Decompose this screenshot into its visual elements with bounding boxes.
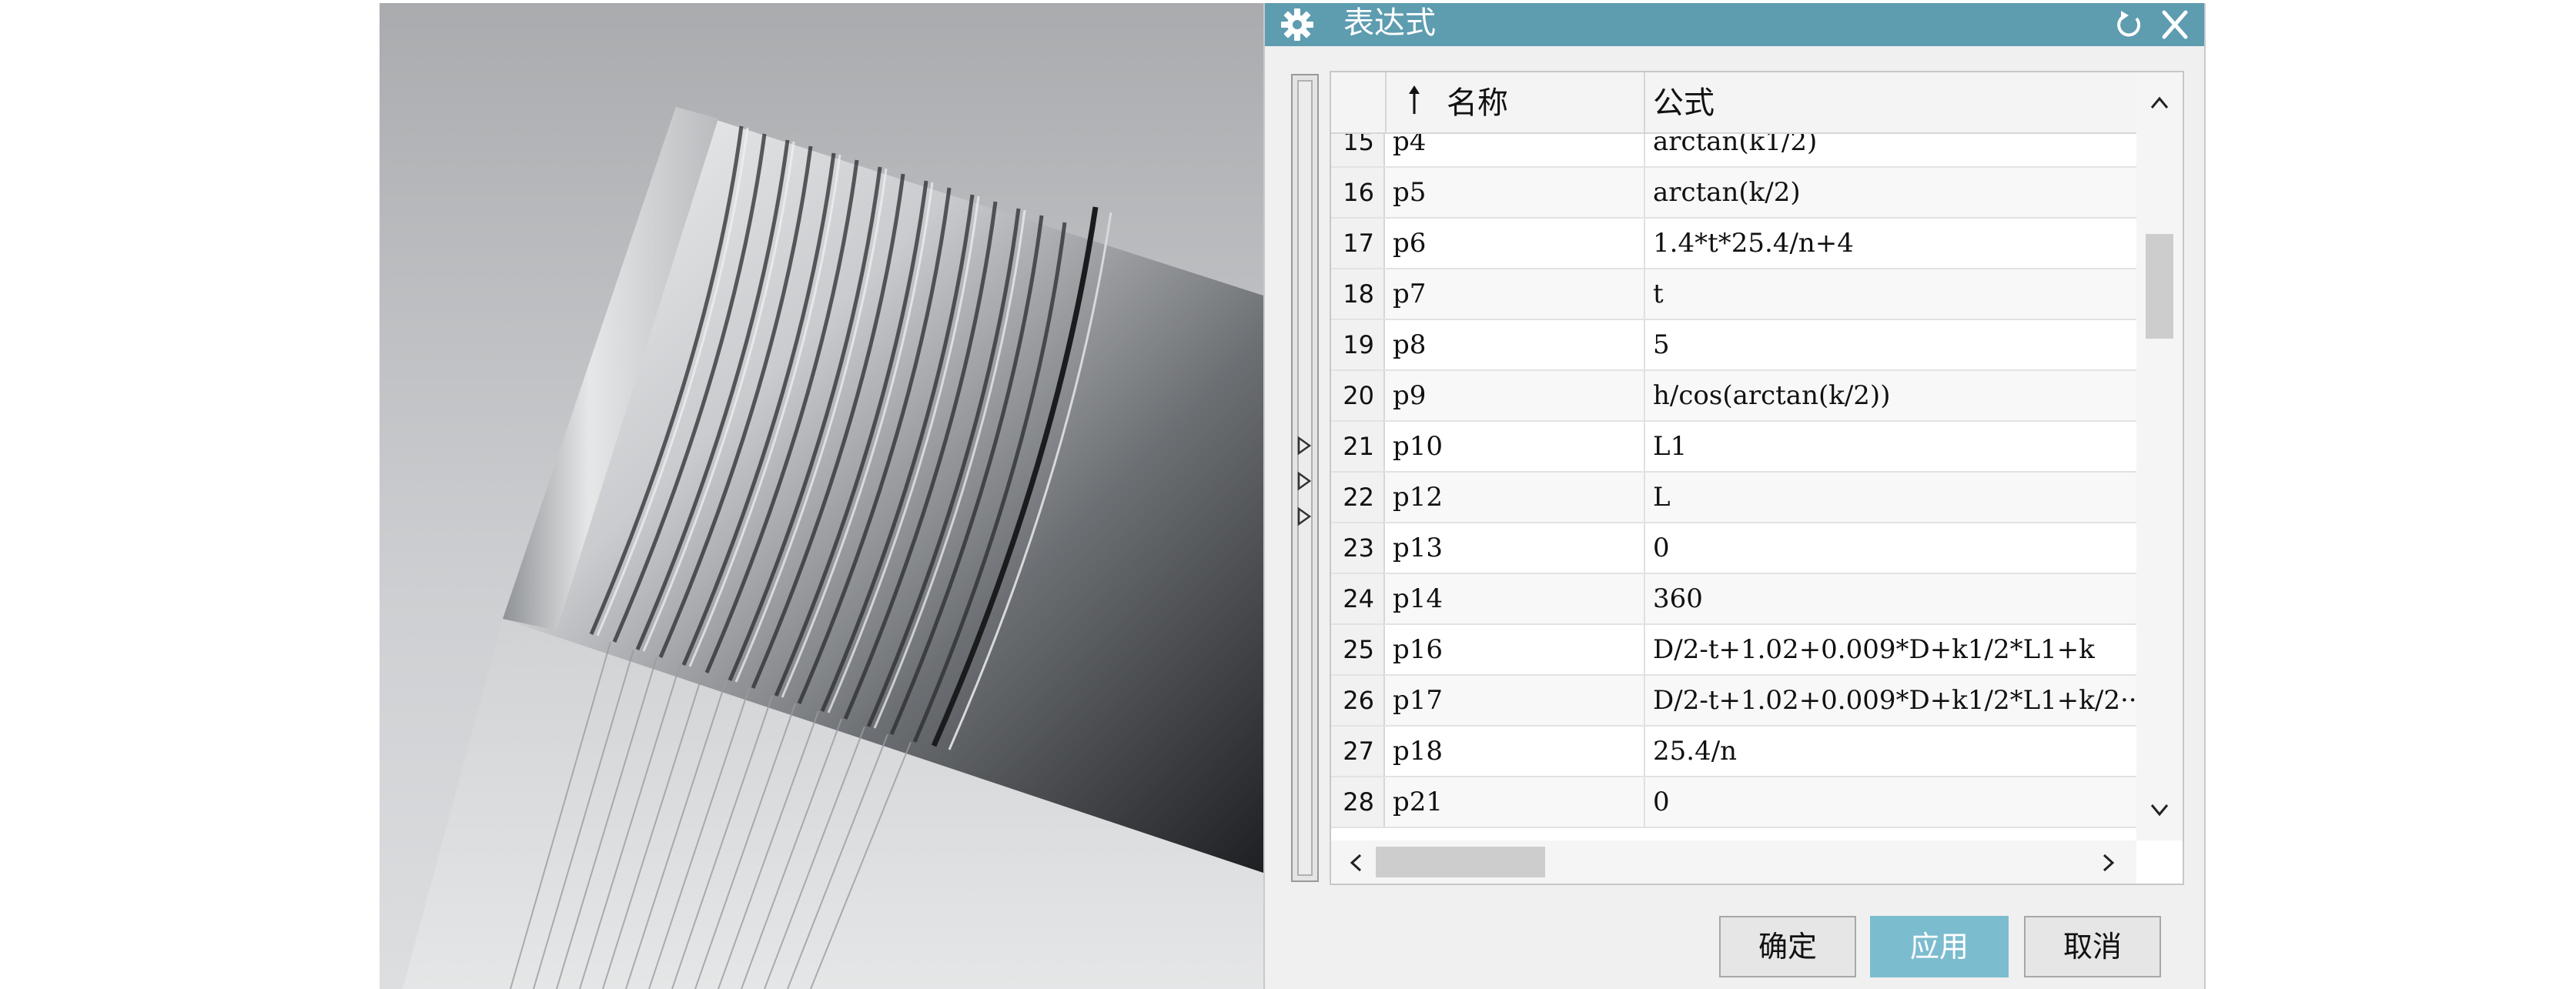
row-number: 25	[1331, 625, 1385, 674]
table-row[interactable]: 24 p14 360	[1331, 574, 2136, 625]
expand-arrow-icon[interactable]	[1296, 471, 1313, 491]
row-number: 18	[1331, 269, 1385, 319]
expression-name[interactable]: p16	[1393, 625, 1645, 674]
close-icon[interactable]	[2156, 8, 2193, 42]
table-row[interactable]: 17 p6 1.4*t*25.4/n+4	[1331, 219, 2136, 269]
horizontal-scroll-thumb[interactable]	[1376, 847, 1545, 877]
table-row[interactable]: 15 p4 arctan(k1/2)	[1331, 134, 2136, 168]
row-number: 17	[1331, 219, 1385, 268]
column-header-name-label: 名称	[1447, 85, 1508, 121]
expression-formula[interactable]: L	[1653, 473, 2135, 522]
expression-formula[interactable]: h/cos(arctan(k/2))	[1653, 371, 2135, 420]
vertical-scroll-thumb[interactable]	[2146, 234, 2173, 339]
table-body: 15 p4 arctan(k1/2) 16 p5 arctan(k/2) 17 …	[1331, 134, 2136, 840]
expression-name[interactable]: p7	[1393, 269, 1645, 319]
expressions-dialog: 表达式 名称 公式 15 p4 arctan(k1/2) 16 p5 arcta…	[1263, 3, 2206, 989]
expression-name[interactable]: p12	[1393, 473, 1645, 522]
expression-formula[interactable]: 0	[1653, 523, 2135, 573]
row-number: 24	[1331, 574, 1385, 623]
dialog-title: 表达式	[1343, 5, 1436, 41]
row-number: 23	[1331, 523, 1385, 573]
expression-name[interactable]: p5	[1393, 168, 1645, 217]
expression-formula[interactable]: D/2-t+1.02+0.009*D+k1/2*L1+k	[1653, 625, 2135, 674]
expression-formula[interactable]: arctan(k1/2)	[1653, 134, 2135, 166]
row-number: 16	[1331, 168, 1385, 217]
scroll-up-arrow-icon[interactable]	[2147, 91, 2172, 115]
expression-formula[interactable]: t	[1653, 269, 2135, 319]
expression-name[interactable]: p13	[1393, 523, 1645, 573]
expression-name[interactable]: p17	[1393, 676, 1645, 725]
expand-arrow-icon[interactable]	[1296, 436, 1313, 456]
sort-arrow-icon	[1409, 85, 1420, 114]
table-row[interactable]: 22 p12 L	[1331, 473, 2136, 523]
column-header-number[interactable]	[1331, 72, 1387, 132]
column-header-formula-label: 公式	[1653, 85, 1715, 121]
expressions-table-viewport: 名称 公式 15 p4 arctan(k1/2) 16 p5 arctan(k/…	[1331, 72, 2136, 840]
row-number: 20	[1331, 371, 1385, 420]
expressions-table: 名称 公式 15 p4 arctan(k1/2) 16 p5 arctan(k/…	[1330, 71, 2184, 885]
expression-formula[interactable]: 1.4*t*25.4/n+4	[1653, 219, 2135, 268]
apply-button[interactable]: 应用	[1870, 916, 2009, 977]
expression-name[interactable]: p10	[1393, 422, 1645, 471]
expression-formula[interactable]: L1	[1653, 422, 2135, 471]
table-row[interactable]: 26 p17 D/2-t+1.02+0.009*D+k1/2*L1+k/2··	[1331, 676, 2136, 727]
expression-formula[interactable]: 0	[1653, 777, 2135, 827]
table-row[interactable]: 23 p13 0	[1331, 523, 2136, 574]
scroll-left-arrow-icon[interactable]	[1345, 851, 1368, 874]
table-row[interactable]: 20 p9 h/cos(arctan(k/2))	[1331, 371, 2136, 422]
expression-formula[interactable]: 360	[1653, 574, 2135, 623]
threaded-pipe-model	[403, 107, 1263, 989]
expression-name[interactable]: p18	[1393, 727, 1645, 776]
table-row[interactable]: 19 p8 5	[1331, 320, 2136, 371]
scroll-down-arrow-icon[interactable]	[2147, 797, 2172, 822]
table-row[interactable]: 27 p18 25.4/n	[1331, 727, 2136, 777]
expression-name[interactable]: p6	[1393, 219, 1645, 268]
expression-formula[interactable]: D/2-t+1.02+0.009*D+k1/2*L1+k/2··	[1653, 676, 2135, 725]
row-number: 26	[1331, 676, 1385, 725]
row-number: 15	[1331, 134, 1385, 166]
ok-button[interactable]: 确定	[1719, 916, 1856, 977]
side-panel-strip[interactable]	[1291, 74, 1319, 882]
table-row[interactable]: 18 p7 t	[1331, 269, 2136, 320]
table-row[interactable]: 16 p5 arctan(k/2)	[1331, 168, 2136, 219]
expand-arrow-icon[interactable]	[1296, 506, 1313, 526]
column-header-name[interactable]: 名称	[1387, 72, 1645, 132]
row-number: 28	[1331, 777, 1385, 827]
reset-icon[interactable]	[2110, 8, 2147, 42]
expression-name[interactable]: p9	[1393, 371, 1645, 420]
expression-formula[interactable]: 25.4/n	[1653, 727, 2135, 776]
cad-viewport[interactable]	[380, 3, 1263, 989]
row-number: 21	[1331, 422, 1385, 471]
gear-icon	[1281, 8, 1313, 41]
table-row[interactable]: 25 p16 D/2-t+1.02+0.009*D+k1/2*L1+k	[1331, 625, 2136, 676]
expression-formula[interactable]: 5	[1653, 320, 2135, 369]
expression-formula[interactable]: arctan(k/2)	[1653, 168, 2135, 217]
dialog-titlebar[interactable]: 表达式	[1265, 3, 2204, 46]
row-number: 27	[1331, 727, 1385, 776]
expression-name[interactable]: p21	[1393, 777, 1645, 827]
row-number: 22	[1331, 473, 1385, 522]
horizontal-scrollbar[interactable]	[1331, 840, 2136, 884]
expression-name[interactable]: p4	[1393, 134, 1645, 166]
vertical-scrollbar[interactable]	[2136, 72, 2183, 840]
cancel-button[interactable]: 取消	[2024, 916, 2161, 977]
expression-name[interactable]: p14	[1393, 574, 1645, 623]
expression-name[interactable]: p8	[1393, 320, 1645, 369]
row-number: 19	[1331, 320, 1385, 369]
column-header-formula[interactable]: 公式	[1645, 72, 2135, 132]
scroll-right-arrow-icon[interactable]	[2096, 851, 2119, 874]
table-header: 名称 公式	[1331, 72, 2136, 134]
table-row[interactable]: 21 p10 L1	[1331, 422, 2136, 473]
table-row[interactable]: 28 p21 0	[1331, 777, 2136, 828]
